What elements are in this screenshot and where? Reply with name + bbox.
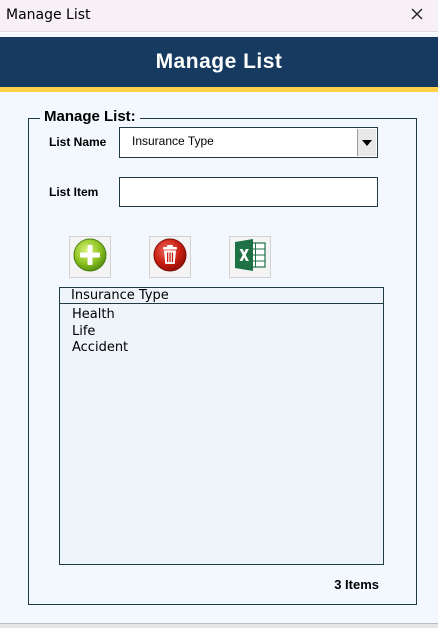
trash-icon — [152, 237, 188, 278]
list-items-box[interactable]: Insurance Type Health Life Accident — [59, 287, 384, 565]
dropdown-arrow-icon[interactable] — [357, 129, 376, 156]
add-item-button[interactable] — [69, 236, 111, 278]
page-title: Manage List — [155, 50, 283, 73]
header-banner: Manage List — [0, 37, 438, 87]
list-item[interactable]: Accident — [72, 340, 128, 357]
list-item-input[interactable] — [119, 177, 378, 207]
group-legend: Manage List: — [40, 108, 140, 125]
title-bar: Manage List — [0, 0, 438, 32]
window-client-area: Manage List Manage List: List Name Insur… — [0, 33, 438, 623]
list-name-selected-value: Insurance Type — [132, 134, 214, 148]
export-excel-button[interactable] — [229, 236, 271, 278]
window-bottom-edge — [0, 623, 438, 628]
list-name-label: List Name — [49, 135, 107, 149]
delete-item-button[interactable] — [149, 236, 191, 278]
list-item[interactable]: Health — [72, 307, 128, 324]
list-header: Insurance Type — [60, 288, 383, 304]
item-count: 3 Items — [334, 577, 379, 592]
list-item-label: List Item — [49, 185, 99, 199]
header-accent-stripe — [0, 87, 438, 92]
add-circle-icon — [72, 237, 108, 278]
list-item[interactable]: Life — [72, 324, 128, 341]
close-icon[interactable] — [406, 3, 428, 25]
window-title: Manage List — [6, 7, 91, 23]
excel-icon — [232, 237, 268, 278]
list-name-dropdown[interactable]: Insurance Type — [119, 127, 378, 158]
list-rows: Health Life Accident — [72, 307, 128, 357]
